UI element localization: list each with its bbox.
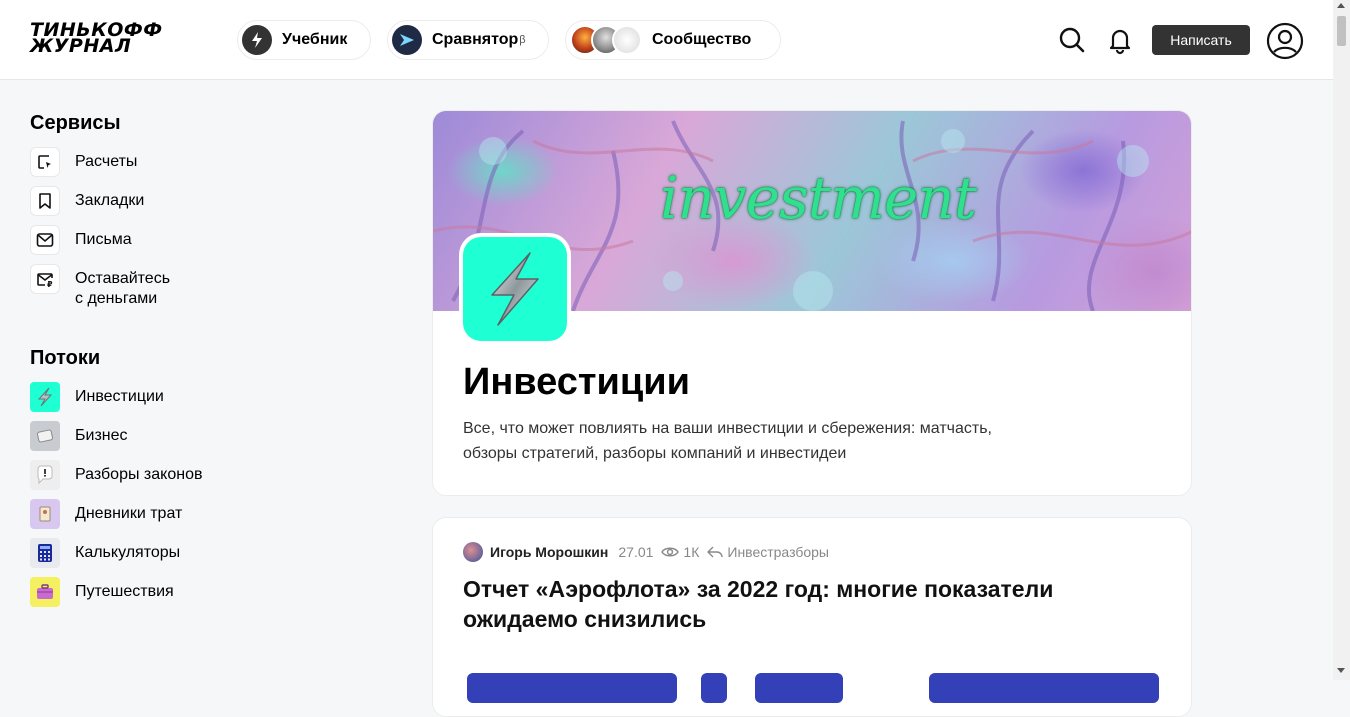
scroll-up-arrow-icon[interactable] — [1337, 3, 1345, 8]
page-scrollbar[interactable] — [1333, 0, 1350, 680]
law-icon — [30, 460, 60, 490]
author-avatar[interactable] — [463, 542, 483, 562]
sidebar-item-label: Бизнес — [75, 427, 128, 444]
views-count: 1К — [661, 544, 699, 560]
views-value: 1К — [683, 544, 700, 560]
author-name[interactable]: Игорь Морошкин — [490, 544, 608, 560]
article-title-line1: Отчет «Аэрофлота» за 2022 год: многие по… — [463, 576, 1054, 602]
play-arrow-icon — [392, 25, 422, 55]
money-mail-icon: ₽ — [30, 264, 60, 294]
sidebar-item-business[interactable]: Бизнес — [30, 421, 330, 451]
travel-icon — [30, 577, 60, 607]
label-line2: с деньгами — [75, 290, 158, 307]
logo-line2: ЖУРНАЛ — [30, 35, 132, 57]
calc-cursor-icon — [30, 147, 60, 177]
article-section[interactable]: Инвестразборы — [707, 544, 829, 560]
sidebar-item-laws[interactable]: Разборы законов — [30, 460, 330, 490]
article-preview-image — [701, 673, 727, 703]
article-preview-image — [467, 673, 677, 703]
sidebar-item-calculations[interactable]: Расчеты — [30, 147, 330, 177]
article-date: 27.01 — [618, 544, 654, 560]
article-title-line2: ожидаемо снизились — [463, 606, 707, 632]
sidebar-item-label: Калькуляторы — [75, 544, 181, 561]
description-line1: Все, что может повлиять на ваши инвестиц… — [463, 420, 992, 437]
sidebar-item-letters[interactable]: Письма — [30, 225, 330, 255]
sidebar-item-label: Оставайтесь с деньгами — [75, 269, 170, 309]
site-header: ТИНЬКОФФ ЖУРНАЛ Учебник Сравнятор β Сооб… — [0, 0, 1333, 80]
business-icon — [30, 421, 60, 451]
avatar — [612, 25, 642, 55]
nav-textbook[interactable]: Учебник — [237, 20, 371, 60]
beta-badge: β — [519, 34, 526, 46]
bell-icon[interactable] — [1104, 24, 1136, 56]
article-meta: Игорь Морошкин 27.01 1К Инвестразборы — [463, 542, 837, 562]
streams-title: Потоки — [30, 347, 101, 369]
article-preview-image — [755, 673, 843, 703]
nav-community-label: Сообщество — [652, 31, 752, 48]
lightning-icon — [242, 25, 272, 55]
banner-text: investment — [659, 164, 977, 232]
investments-icon — [30, 382, 60, 412]
stream-description: Все, что может повлиять на ваши инвестиц… — [463, 416, 1083, 466]
sidebar-item-label: Закладки — [75, 192, 145, 209]
stream-logo — [459, 233, 571, 345]
stream-header-card: investment Инвестиции Все, что может пов… — [432, 110, 1192, 496]
nav-comparator-label: Сравнятор — [432, 31, 519, 48]
sidebar-item-travel[interactable]: Путешествия — [30, 577, 330, 607]
site-logo[interactable]: ТИНЬКОФФ ЖУРНАЛ — [30, 21, 220, 57]
sidebar-item-label: Инвестиции — [75, 388, 164, 405]
sidebar: Сервисы Расчеты Закладки Письма ₽ Остава… — [30, 110, 330, 621]
article-title[interactable]: Отчет «Аэрофлота» за 2022 год: многие по… — [463, 574, 1143, 634]
stream-title: Инвестиции — [463, 361, 690, 403]
article-card[interactable]: Игорь Морошкин 27.01 1К Инвестразборы От… — [432, 517, 1192, 717]
article-preview-image — [929, 673, 1159, 703]
diary-icon — [30, 499, 60, 529]
write-button[interactable]: Написать — [1152, 25, 1250, 55]
sidebar-item-label: Путешествия — [75, 583, 174, 600]
sidebar-item-calculators[interactable]: Калькуляторы — [30, 538, 330, 568]
sidebar-item-label: Разборы законов — [75, 466, 203, 483]
svg-text:₽: ₽ — [47, 280, 53, 288]
nav-textbook-label: Учебник — [282, 31, 348, 48]
sidebar-item-stay-with-money[interactable]: ₽ Оставайтесь с деньгами — [30, 264, 330, 309]
sidebar-item-bookmarks[interactable]: Закладки — [30, 186, 330, 216]
profile-icon[interactable] — [1266, 22, 1304, 60]
nav-community[interactable]: Сообщество — [565, 20, 781, 60]
services-title: Сервисы — [30, 112, 121, 134]
scroll-thumb[interactable] — [1337, 16, 1346, 46]
sidebar-item-label: Письма — [75, 231, 132, 248]
calculator-icon — [30, 538, 60, 568]
mail-icon — [30, 225, 60, 255]
bookmark-icon — [30, 186, 60, 216]
reply-arrow-icon — [707, 546, 724, 558]
search-icon[interactable] — [1056, 24, 1088, 56]
lightning-logo-icon — [463, 237, 567, 341]
sidebar-item-label: Дневники трат — [75, 505, 183, 522]
sidebar-item-investments[interactable]: Инвестиции — [30, 382, 330, 412]
eye-icon — [661, 547, 680, 557]
label-line1: Оставайтесь — [75, 270, 171, 287]
nav-comparator[interactable]: Сравнятор β — [387, 20, 549, 60]
section-label: Инвестразборы — [727, 544, 829, 560]
community-avatars — [570, 25, 642, 55]
sidebar-item-label: Расчеты — [75, 153, 138, 170]
sidebar-item-spending-diaries[interactable]: Дневники трат — [30, 499, 330, 529]
description-line2: обзоры стратегий, разборы компаний и инв… — [463, 445, 847, 462]
scroll-down-arrow-icon[interactable] — [1337, 668, 1345, 673]
